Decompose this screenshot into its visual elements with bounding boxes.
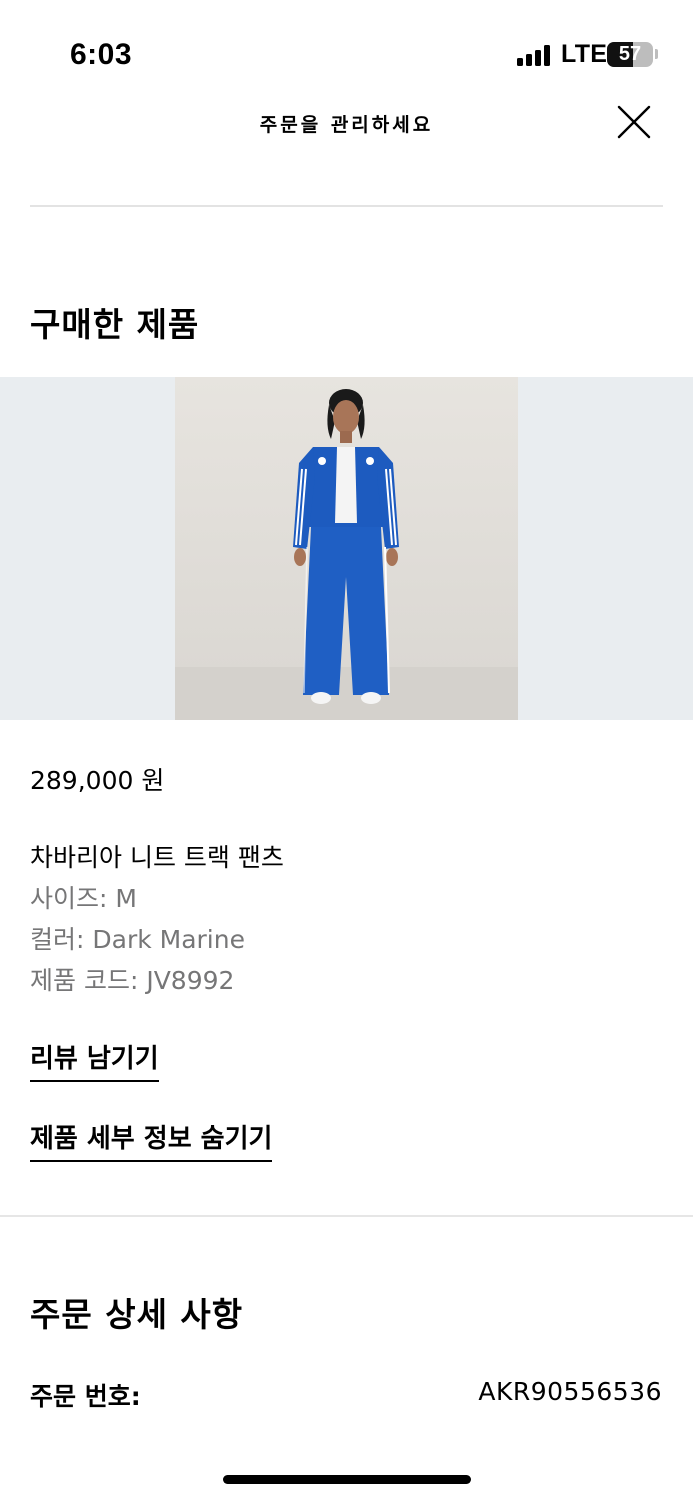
header-divider xyxy=(30,205,663,207)
status-bar: 6:03 LTE 57 xyxy=(0,0,693,100)
signal-icon xyxy=(517,44,553,66)
product-size: 사이즈: M xyxy=(30,884,137,913)
home-indicator[interactable] xyxy=(223,1475,471,1484)
order-details-title: 주문 상세 사항 xyxy=(30,1295,244,1334)
network-type: LTE xyxy=(561,40,608,68)
close-icon xyxy=(617,105,651,139)
purchased-section-title: 구매한 제품 xyxy=(30,305,200,344)
section-divider xyxy=(0,1215,693,1217)
product-price: 289,000 원 xyxy=(30,766,165,795)
battery-icon: 57 xyxy=(607,42,653,67)
battery-cap xyxy=(655,49,658,59)
product-image[interactable] xyxy=(175,377,518,720)
page-title: 주문을 관리하세요 xyxy=(259,114,434,136)
product-name: 차바리아 니트 트랙 팬츠 xyxy=(30,843,284,872)
hide-product-details-link[interactable]: 제품 세부 정보 숨기기 xyxy=(30,1118,273,1162)
close-button[interactable] xyxy=(614,102,654,142)
leave-review-link[interactable]: 리뷰 남기기 xyxy=(30,1038,159,1082)
order-number-label: 주문 번호: xyxy=(30,1382,141,1411)
battery-level: 57 xyxy=(618,43,642,65)
order-number-value: AKR90556536 xyxy=(478,1377,662,1406)
status-time: 6:03 xyxy=(70,38,133,71)
product-color: 컬러: Dark Marine xyxy=(30,925,245,954)
model-photo-icon xyxy=(175,389,518,720)
product-code: 제품 코드: JV8992 xyxy=(30,966,235,995)
